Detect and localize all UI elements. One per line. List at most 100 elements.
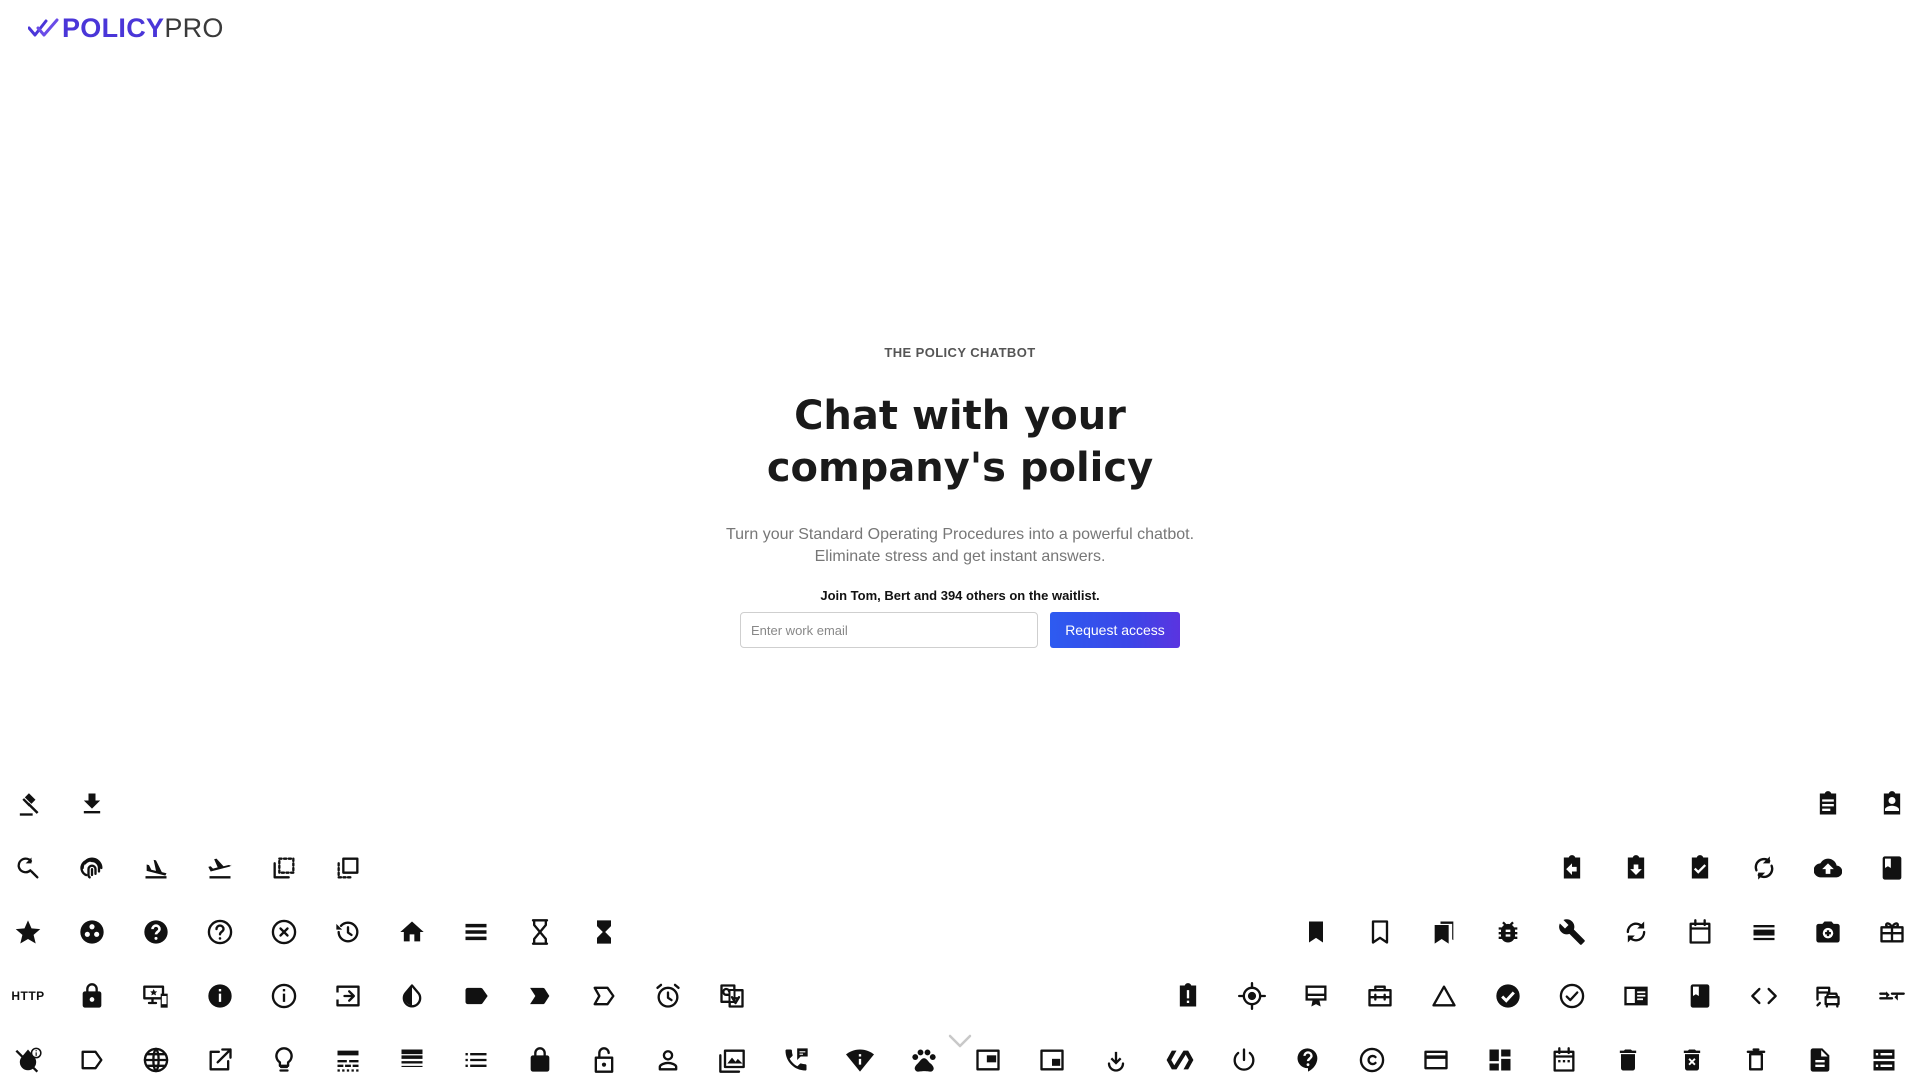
alarm-icon: [648, 976, 688, 1016]
double-check-icon: [28, 18, 59, 37]
info-icon: [200, 976, 240, 1016]
list-icon: [456, 1040, 496, 1080]
line-weight-icon: [392, 1040, 432, 1080]
delete-forever-icon: [1672, 1040, 1712, 1080]
clipboard-icon: [1808, 784, 1848, 824]
http-icon: HTTP: [8, 976, 48, 1016]
picture-in-picture-icon: [968, 1040, 1008, 1080]
bookmarks-icon: [1424, 912, 1464, 952]
calendar-today-icon: [1680, 912, 1720, 952]
input-icon: [328, 976, 368, 1016]
waitlist-form: Request access: [0, 612, 1920, 648]
request-access-button[interactable]: Request access: [1050, 612, 1180, 648]
find-replace-icon: [8, 848, 48, 888]
pets-icon: [904, 1040, 944, 1080]
bookmark-icon: [1296, 912, 1336, 952]
flip-to-front-icon: [328, 848, 368, 888]
eyebrow-label: THE POLICY CHATBOT: [884, 345, 1036, 360]
picture-in-picture-alt-icon: [1032, 1040, 1072, 1080]
g-translate-icon: [712, 976, 752, 1016]
help-outline-icon: [200, 912, 240, 952]
landing-page: POLICY PRO THE POLICY CHATBOT Chat with y…: [0, 0, 1920, 1080]
language-icon: [136, 1040, 176, 1080]
copyright-icon: [1352, 1040, 1392, 1080]
class-icon: [1680, 976, 1720, 1016]
lock-open-icon: [584, 1040, 624, 1080]
history-icon: [328, 912, 368, 952]
cached-icon: [1616, 912, 1656, 952]
policypro-logo[interactable]: POLICY PRO: [28, 12, 224, 44]
lightbulb-outline-icon: [264, 1040, 304, 1080]
page-title: Chat with your company's policy: [766, 393, 1154, 491]
http-label: HTTP: [11, 989, 45, 1003]
autorenew-icon: [1744, 848, 1784, 888]
lock-icon: [520, 1040, 560, 1080]
email-field[interactable]: [740, 612, 1038, 648]
hourglass-empty-icon: [520, 912, 560, 952]
info-outline-icon: [264, 976, 304, 1016]
bookmark-border-icon: [1360, 912, 1400, 952]
invert-colors-icon: [392, 976, 432, 1016]
polymer-icon: [1160, 1040, 1200, 1080]
description-icon: [1800, 1040, 1840, 1080]
download-icon: [72, 784, 112, 824]
waitlist-count: Join Tom, Bert and 394 others on the wai…: [820, 588, 1100, 603]
assignment-returned-icon: [1616, 848, 1656, 888]
flight-land-icon: [136, 848, 176, 888]
check-circle-outline-icon: [1552, 976, 1592, 1016]
commute-icon: [1808, 976, 1848, 1016]
hero-section: THE POLICY CHATBOT Chat with your compan…: [0, 345, 1920, 648]
flip-to-back-icon: [264, 848, 304, 888]
dashboard-icon: [1480, 1040, 1520, 1080]
dns-icon: [1864, 1040, 1904, 1080]
important-devices-icon: [136, 976, 176, 1016]
group-work-icon: [72, 912, 112, 952]
home-icon: [392, 912, 432, 952]
chrome-reader-mode-icon: [1616, 976, 1656, 1016]
label-off-icon: [72, 1040, 112, 1080]
delete-icon: [1608, 1040, 1648, 1080]
contact-support-icon: [1288, 1040, 1328, 1080]
calendar-view-day-icon: [1744, 912, 1784, 952]
power-settings-icon: [1224, 1040, 1264, 1080]
compare-arrows-icon: [1872, 976, 1912, 1016]
logo-text-bold: POLICY: [62, 12, 165, 43]
card-giftcard-icon: [1872, 912, 1912, 952]
credit-card-icon: [1416, 1040, 1456, 1080]
perm-scan-wifi-icon: [840, 1040, 880, 1080]
highlight-off-icon: [264, 912, 304, 952]
assignment-return-icon: [1552, 848, 1592, 888]
build-icon: [1552, 912, 1592, 952]
card-travel-icon: [1360, 976, 1400, 1016]
book-icon: [1872, 848, 1912, 888]
invert-colors-off-icon: [8, 1040, 48, 1080]
bug-report-icon: [1488, 912, 1528, 952]
gps-fixed-icon: [1232, 976, 1272, 1016]
line-style-icon: [328, 1040, 368, 1080]
horizontal-split-icon: [456, 912, 496, 952]
label-important-icon: [520, 976, 560, 1016]
camera-enhance-icon: [1808, 912, 1848, 952]
label-outline-icon: [584, 976, 624, 1016]
flight-takeoff-icon: [200, 848, 240, 888]
code-icon: [1744, 976, 1784, 1016]
date-range-icon: [1544, 1040, 1584, 1080]
assignment-late-icon: [1168, 976, 1208, 1016]
card-membership-icon: [1296, 976, 1336, 1016]
delete-outline-icon: [1736, 1040, 1776, 1080]
help-icon: [136, 912, 176, 952]
perm-identity-icon: [648, 1040, 688, 1080]
play-for-work-icon: [1096, 1040, 1136, 1080]
launch-icon: [200, 1040, 240, 1080]
perm-phone-msg-icon: [776, 1040, 816, 1080]
perm-media-icon: [712, 1040, 752, 1080]
hero-subtitle: Turn your Standard Operating Procedures …: [725, 526, 1195, 565]
assignment-ind-icon: [1872, 784, 1912, 824]
backup-icon: [1808, 848, 1848, 888]
grade-icon: [8, 912, 48, 952]
https-icon: [72, 976, 112, 1016]
change-history-icon: [1424, 976, 1464, 1016]
fingerprint-icon: [72, 848, 112, 888]
logo-text-light: PRO: [164, 12, 224, 43]
label-icon: [456, 976, 496, 1016]
